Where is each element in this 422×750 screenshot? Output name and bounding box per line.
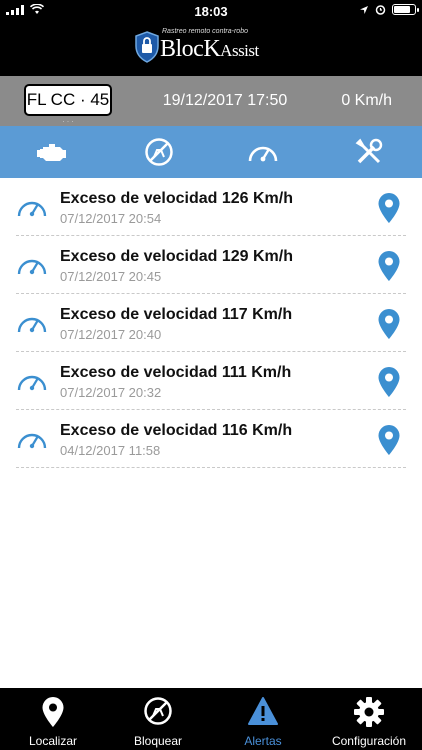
alert-item[interactable]: Exceso de velocidad 126 Km/h 07/12/2017 … bbox=[0, 178, 422, 236]
alert-date: 04/12/2017 11:58 bbox=[60, 443, 161, 458]
bottom-navigation: Localizar Bloquear Alertas Configuración bbox=[0, 688, 422, 750]
nav-label: Alertas bbox=[244, 734, 282, 748]
tab-block[interactable] bbox=[142, 136, 176, 168]
battery-icon bbox=[392, 4, 419, 15]
nav-alertas[interactable]: Alertas bbox=[210, 688, 316, 750]
nav-label: Localizar bbox=[28, 734, 78, 748]
divider bbox=[16, 467, 406, 468]
alert-item[interactable]: Exceso de velocidad 129 Km/h 07/12/2017 … bbox=[0, 236, 422, 294]
map-pin-icon[interactable] bbox=[377, 250, 401, 282]
alert-title: Exceso de velocidad 116 Km/h bbox=[60, 422, 293, 439]
current-speed: 0 Km/h bbox=[341, 92, 392, 109]
tools-icon bbox=[355, 138, 383, 164]
brand-name: BlocKAssist bbox=[160, 36, 259, 63]
speedometer-icon bbox=[17, 375, 47, 391]
alert-category-tabs bbox=[0, 126, 422, 178]
status-bar: 18:03 bbox=[0, 0, 422, 22]
alert-title: Exceso de velocidad 129 Km/h bbox=[60, 248, 293, 265]
brand-name-main: BlocK bbox=[160, 36, 221, 62]
brand-name-sub: Assist bbox=[220, 41, 259, 60]
app-header: 18:03 Rastreo remoto contra-robo BlocKAs… bbox=[0, 0, 422, 76]
alert-date: 07/12/2017 20:45 bbox=[60, 269, 162, 284]
map-pin-icon[interactable] bbox=[377, 308, 401, 340]
tab-engine[interactable] bbox=[36, 136, 70, 168]
alert-title: Exceso de velocidad 126 Km/h bbox=[60, 190, 293, 207]
last-update-datetime: 19/12/2017 17:50 bbox=[162, 92, 288, 109]
speedometer-icon bbox=[248, 146, 278, 162]
alert-title: Exceso de velocidad 117 Km/h bbox=[60, 306, 293, 323]
shield-lock-icon bbox=[135, 31, 159, 63]
gear-icon bbox=[354, 697, 384, 727]
tab-speed[interactable] bbox=[246, 136, 280, 168]
alarm-icon bbox=[375, 5, 386, 15]
map-pin-icon[interactable] bbox=[377, 366, 401, 398]
speedometer-icon bbox=[17, 259, 47, 275]
nav-localizar[interactable]: Localizar bbox=[0, 688, 106, 750]
brand-tagline: Rastreo remoto contra-robo bbox=[162, 28, 248, 35]
alert-item[interactable]: Exceso de velocidad 111 Km/h 07/12/2017 … bbox=[0, 352, 422, 410]
block-icon bbox=[144, 697, 172, 725]
tab-maintenance[interactable] bbox=[352, 136, 386, 168]
nav-label: Bloquear bbox=[133, 734, 183, 748]
location-pin-icon bbox=[42, 697, 64, 727]
location-arrow-icon bbox=[360, 5, 368, 14]
alerts-list: Exceso de velocidad 126 Km/h 07/12/2017 … bbox=[0, 178, 422, 468]
speedometer-icon bbox=[17, 201, 47, 217]
speedometer-icon bbox=[17, 433, 47, 449]
engine-icon bbox=[37, 144, 66, 161]
map-pin-icon[interactable] bbox=[377, 424, 401, 456]
map-pin-icon[interactable] bbox=[377, 192, 401, 224]
brand-logo: Rastreo remoto contra-robo BlocKAssist bbox=[134, 26, 294, 70]
alert-date: 07/12/2017 20:32 bbox=[60, 385, 162, 400]
speedometer-icon bbox=[17, 317, 47, 333]
nav-label: Configuración bbox=[331, 734, 407, 748]
alert-date: 07/12/2017 20:54 bbox=[60, 211, 162, 226]
license-plate[interactable]: FL CC · 45 bbox=[24, 84, 112, 124]
alert-date: 07/12/2017 20:40 bbox=[60, 327, 162, 342]
alert-item[interactable]: Exceso de velocidad 117 Km/h 07/12/2017 … bbox=[0, 294, 422, 352]
vehicle-info-bar: FL CC · 45 19/12/2017 17:50 0 Km/h bbox=[0, 76, 422, 126]
no-entry-icon bbox=[145, 138, 173, 166]
alert-item[interactable]: Exceso de velocidad 116 Km/h 04/12/2017 … bbox=[0, 410, 422, 468]
warning-icon bbox=[248, 697, 278, 725]
alert-title: Exceso de velocidad 111 Km/h bbox=[60, 364, 292, 381]
nav-configuracion[interactable]: Configuración bbox=[316, 688, 422, 750]
nav-bloquear[interactable]: Bloquear bbox=[106, 688, 210, 750]
